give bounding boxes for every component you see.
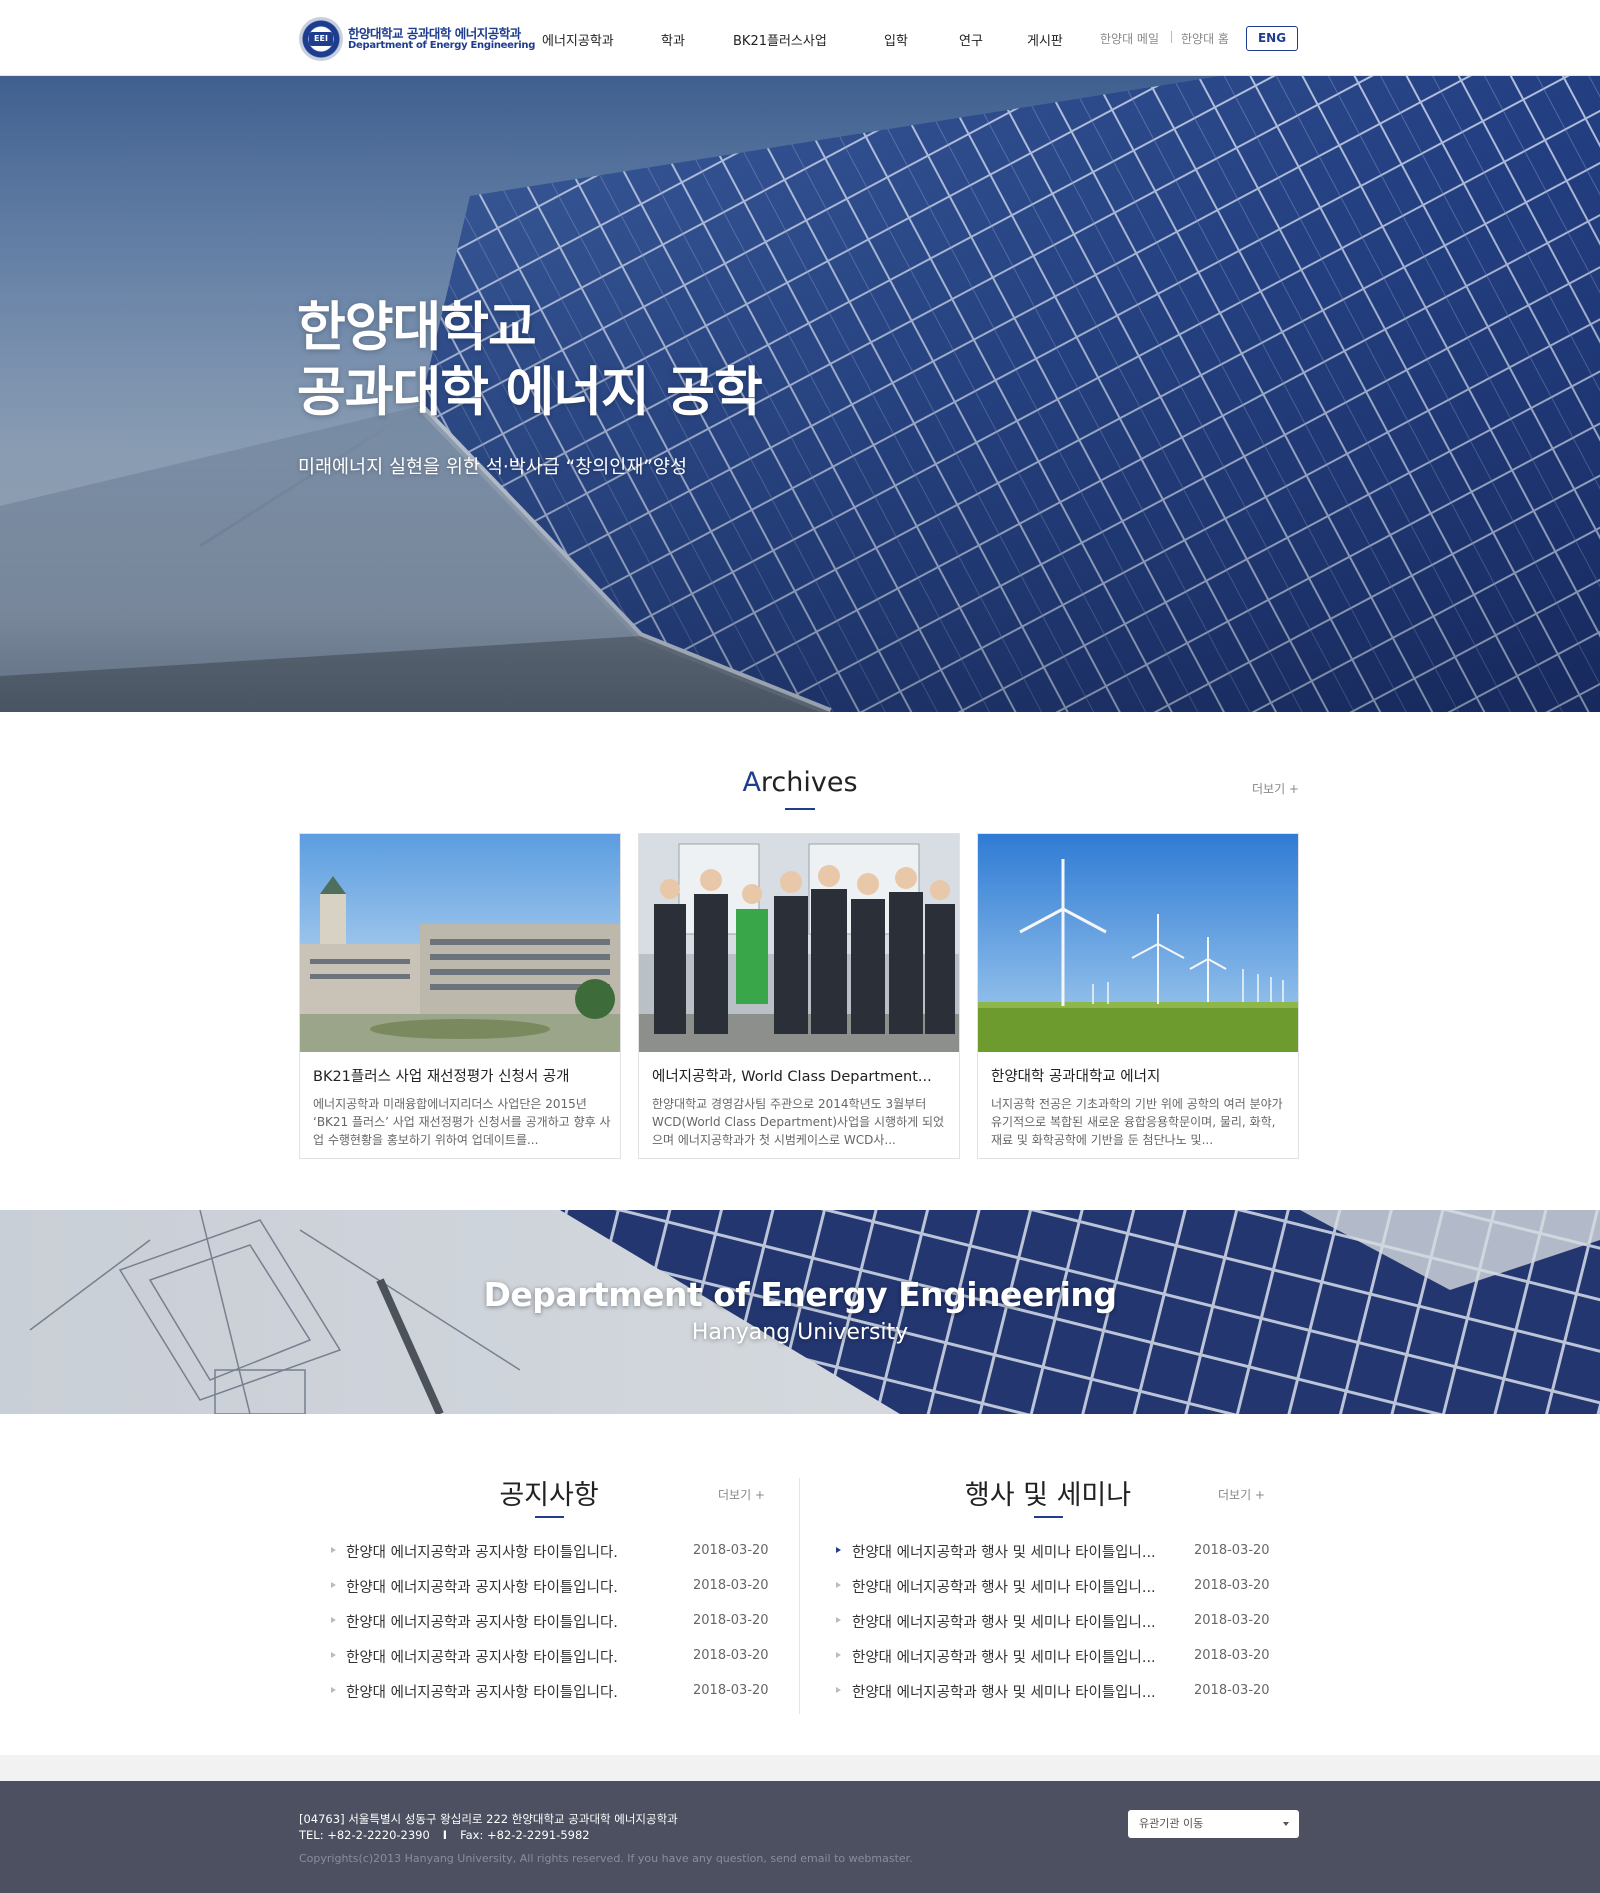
util-link-mail[interactable]: 한양대 메일 <box>1100 30 1159 47</box>
notice-more-link[interactable]: 더보기 + <box>718 1486 765 1503</box>
archive-card-desc: 에너지공학과 미래융합에너지리더스 사업단은 2015년 ‘BK21 플러스’ … <box>313 1097 611 1147</box>
site-header: EEI 한양대학교 공과대학 에너지공학과 Department of Ener… <box>0 0 1600 76</box>
event-item[interactable]: 한양대 에너지공학과 행사 및 세미나 타이틀입니... <box>852 1681 1156 1702</box>
bullet-icon <box>331 1652 336 1658</box>
event-item[interactable]: 한양대 에너지공학과 행사 및 세미나 타이틀입니... <box>852 1611 1156 1632</box>
notice-date: 2018-03-20 <box>693 1613 769 1628</box>
notice-item[interactable]: 한양대 에너지공학과 공지사항 타이틀입니다. <box>346 1576 618 1597</box>
hero-banner: 한양대학교 공과대학 에너지 공학 미래에너지 실현을 위한 석·박사급 “창의… <box>0 76 1600 712</box>
archive-card-desc: 한양대학교 경영감사팀 주관으로 2014학년도 3월부터 WCD(World … <box>652 1097 945 1147</box>
english-button[interactable]: ENG <box>1246 26 1298 51</box>
archives-more-link[interactable]: 더보기 + <box>1252 780 1299 797</box>
notice-date: 2018-03-20 <box>693 1683 769 1698</box>
notice-item[interactable]: 한양대 에너지공학과 공지사항 타이틀입니다. <box>346 1646 618 1667</box>
notice-date: 2018-03-20 <box>693 1648 769 1663</box>
archive-card-desc: 너지공학 전공은 기초과학의 기반 위에 공학의 여러 분야가 유기적으로 복합… <box>991 1097 1283 1147</box>
event-date: 2018-03-20 <box>1194 1543 1270 1558</box>
caret-down-icon <box>1283 1822 1289 1826</box>
event-item[interactable]: 한양대 에너지공학과 행사 및 세미나 타이틀입니... <box>852 1646 1156 1667</box>
nav-bk21[interactable]: BK21플러스사업 <box>733 30 827 49</box>
bullet-icon <box>836 1652 841 1658</box>
archive-card[interactable]: 한양대학 공과대학교 에너지 너지공학 전공은 기초과학의 기반 위에 공학의 … <box>977 833 1299 1159</box>
archive-card-image <box>978 834 1298 1052</box>
hero-subtitle: 미래에너지 실현을 위한 석·박사급 “창의인재”양성 <box>298 457 687 478</box>
notice-date: 2018-03-20 <box>693 1543 769 1558</box>
util-divider <box>1171 31 1172 43</box>
nav-research[interactable]: 연구 <box>959 30 983 49</box>
logo-english-name: Department of Energy Engineering <box>348 40 536 52</box>
site-footer <box>0 1781 1600 1893</box>
nav-board[interactable]: 게시판 <box>1027 30 1063 49</box>
event-item[interactable]: 한양대 에너지공학과 행사 및 세미나 타이틀입니... <box>852 1541 1156 1562</box>
event-date: 2018-03-20 <box>1194 1648 1270 1663</box>
event-date: 2018-03-20 <box>1194 1578 1270 1593</box>
bullet-icon <box>836 1582 841 1588</box>
footer-address: [04763] 서울특별시 성동구 왕십리로 222 한양대학교 공과대학 에너… <box>299 1812 678 1826</box>
archive-card-title: BK21플러스 사업 재선정평가 신청서 공개 <box>313 1069 570 1085</box>
hero-title: 한양대학교 공과대학 에너지 공학 <box>297 297 763 423</box>
banner-subtitle: Hanyang University <box>691 1320 909 1345</box>
related-sites-select[interactable]: 유관기관 이동 <box>1128 1810 1299 1838</box>
bullet-icon <box>836 1617 841 1623</box>
bullet-icon <box>331 1582 336 1588</box>
logo-korean-name: 한양대학교 공과대학 에너지공학과 <box>348 25 521 41</box>
bullet-icon <box>331 1687 336 1693</box>
archives-title: Archives <box>742 767 858 798</box>
notice-item[interactable]: 한양대 에너지공학과 공지사항 타이틀입니다. <box>346 1681 618 1702</box>
bullet-icon <box>331 1617 336 1623</box>
footer-contact: TEL: +82-2-2220-2390 I Fax: +82-2-2291-598… <box>299 1828 590 1842</box>
archives-underline <box>785 808 815 810</box>
events-title: 행사 및 세미나 <box>964 1480 1132 1511</box>
event-item[interactable]: 한양대 에너지공학과 행사 및 세미나 타이틀입니... <box>852 1576 1156 1597</box>
solar-panel-illustration <box>0 76 1600 712</box>
nav-department[interactable]: 학과 <box>661 30 685 49</box>
site-logo[interactable]: EEI 한양대학교 공과대학 에너지공학과 Department of Ener… <box>299 17 535 61</box>
banner-title: Department of Energy Engineering <box>483 1275 1118 1314</box>
notice-date: 2018-03-20 <box>693 1578 769 1593</box>
bullet-icon <box>836 1687 841 1693</box>
nav-energy-dept[interactable]: 에너지공학과 <box>542 30 614 49</box>
archive-card-title: 한양대학 공과대학교 에너지 <box>991 1069 1161 1085</box>
bullet-icon <box>331 1547 336 1553</box>
footer-copyright: Copyrights(c)2013 Hanyang University, Al… <box>299 1852 913 1865</box>
event-date: 2018-03-20 <box>1194 1613 1270 1628</box>
notice-item[interactable]: 한양대 에너지공학과 공지사항 타이틀입니다. <box>346 1541 618 1562</box>
events-more-link[interactable]: 더보기 + <box>1218 1486 1265 1503</box>
event-date: 2018-03-20 <box>1194 1683 1270 1698</box>
archive-card-title: 에너지공학과, World Class Department... <box>652 1069 932 1085</box>
archive-card[interactable]: 에너지공학과, World Class Department... 한양대학교 … <box>638 833 960 1159</box>
archive-card[interactable]: BK21플러스 사업 재선정평가 신청서 공개 에너지공학과 미래융합에너지리더… <box>299 833 621 1159</box>
university-emblem-icon: EEI <box>299 17 343 61</box>
archive-card-image <box>639 834 959 1052</box>
list-divider <box>799 1478 800 1714</box>
util-link-home[interactable]: 한양대 홈 <box>1181 30 1229 47</box>
events-underline <box>1034 1516 1063 1518</box>
bullet-icon <box>836 1547 841 1553</box>
nav-admission[interactable]: 입학 <box>884 30 908 49</box>
notice-title: 공지사항 <box>499 1480 599 1511</box>
footer-spacer <box>0 1755 1600 1781</box>
notice-underline <box>535 1516 564 1518</box>
notice-item[interactable]: 한양대 에너지공학과 공지사항 타이틀입니다. <box>346 1611 618 1632</box>
archive-card-image <box>300 834 620 1052</box>
